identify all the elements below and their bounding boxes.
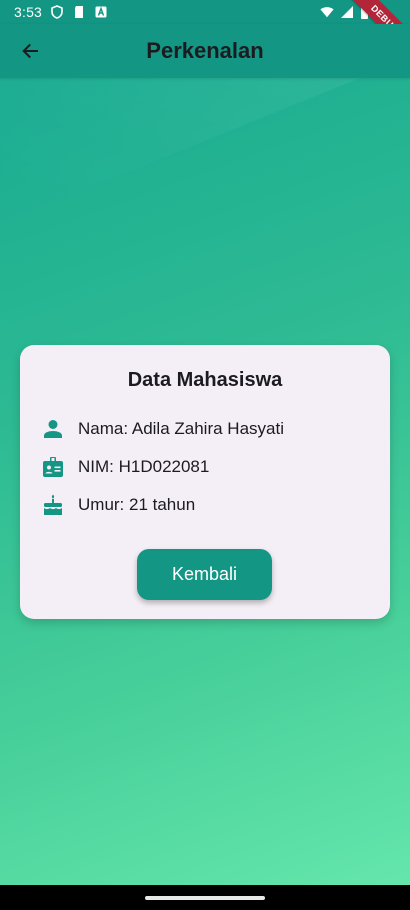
home-gesture-handle[interactable] — [145, 895, 265, 900]
system-navigation-bar — [0, 885, 410, 910]
app-bar: Perkenalan — [0, 24, 410, 78]
font-icon — [94, 5, 108, 19]
back-button[interactable] — [10, 31, 50, 71]
status-bar: 3:53 — [0, 0, 410, 24]
age-text: Umur: 21 tahun — [78, 495, 196, 514]
card-title: Data Mahasiswa — [127, 369, 283, 391]
arrow-back-icon — [20, 41, 40, 61]
cake-icon — [41, 493, 65, 517]
person-icon — [41, 417, 65, 441]
name-text: Nama: Adila Zahira Hasyati — [78, 419, 284, 438]
sd-card-icon — [72, 5, 86, 19]
badge-icon — [41, 455, 65, 479]
info-row-name: Nama: Adila Zahira Hasyati — [41, 417, 284, 441]
wifi-icon — [320, 5, 334, 19]
kembali-button[interactable]: Kembali — [137, 549, 272, 600]
shield-icon — [50, 5, 64, 19]
info-row-nim: NIM: H1D022081 — [41, 455, 209, 479]
page-title: Perkenalan — [146, 38, 264, 63]
info-row-age: Umur: 21 tahun — [41, 493, 195, 517]
nim-text: NIM: H1D022081 — [78, 457, 210, 476]
signal-icon — [340, 5, 354, 19]
status-time: 3:53 — [14, 4, 43, 20]
status-left: 3:53 — [14, 4, 108, 20]
student-data-card: Data Mahasiswa Nama: Adila Zahira Hasyat… — [20, 345, 390, 619]
